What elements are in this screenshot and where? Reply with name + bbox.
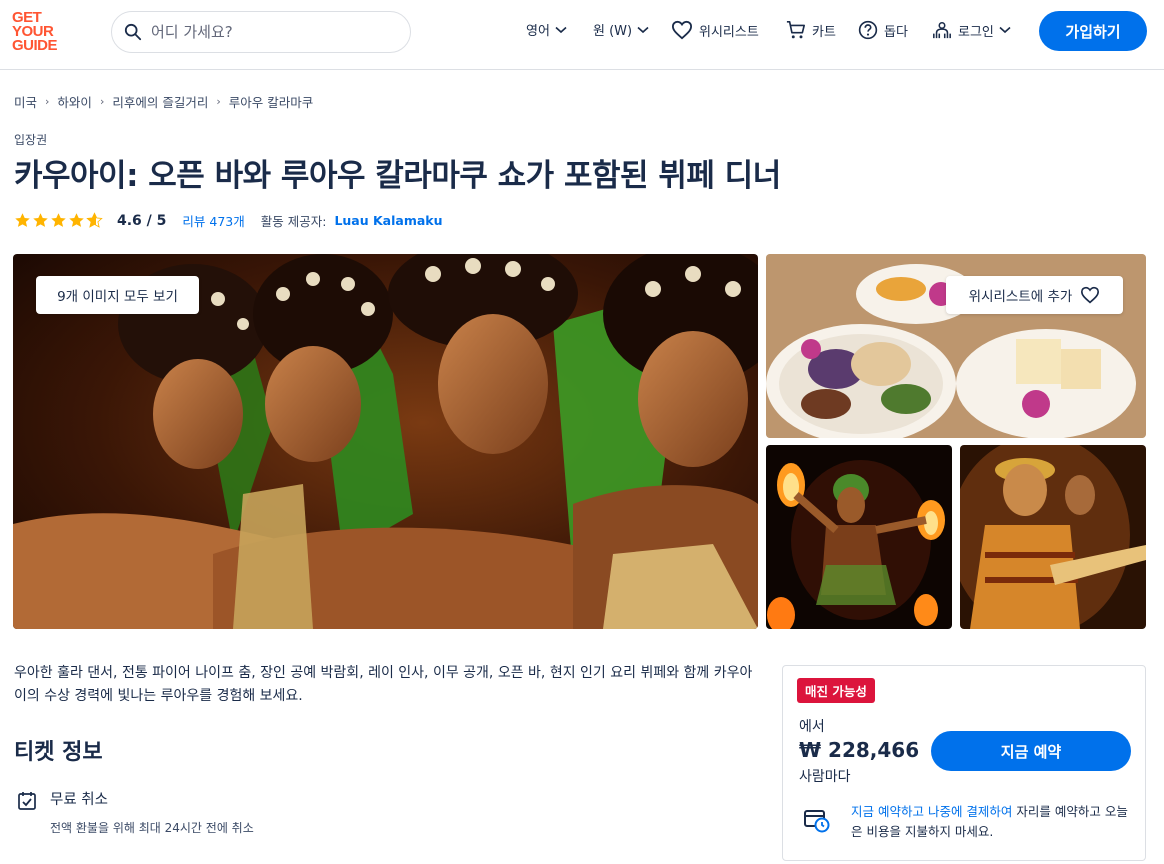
star-full-icon	[51, 213, 66, 227]
login-label: 로그인	[958, 24, 994, 40]
star-full-icon	[69, 213, 84, 227]
breadcrumb-item-hawaii[interactable]: 하와이	[57, 92, 92, 111]
getyourguide-logo[interactable]: GET YOUR GUIDE	[12, 10, 72, 54]
search-input[interactable]	[151, 23, 381, 41]
likely-sell-out-badge: 매진 가능성	[797, 678, 875, 703]
photo-fire-dancers[interactable]	[766, 445, 952, 629]
chevron-down-icon	[999, 26, 1011, 34]
provider-label: 활동 제공자:	[260, 214, 327, 229]
book-now-button[interactable]: 지금 예약	[931, 731, 1131, 771]
breadcrumb-separator-icon: ›	[99, 95, 105, 108]
price-value: ₩ 228,466	[799, 738, 920, 762]
free-cancellation-feature: 무료 취소 전액 환불을 위해 최대 24시간 전에 취소	[16, 788, 254, 836]
reserve-now-text: 지금 예약하고 나중에 결제하여 자리를 예약하고 오늘은 비용을 지불하지 마…	[851, 802, 1131, 842]
add-to-wishlist-label: 위시리스트에 추가	[968, 289, 1073, 305]
currency-label: 원 (W)	[593, 24, 633, 39]
reserve-now-link[interactable]: 지금 예약하고 나중에 결제하여	[851, 804, 1012, 819]
currency-selector[interactable]: 원 (W)	[593, 20, 649, 39]
view-all-images-button[interactable]: 9개 이미지 모두 보기	[36, 276, 199, 314]
reviews-link[interactable]: 리뷰 473개	[182, 211, 244, 230]
star-half-icon	[86, 212, 103, 228]
heart-icon	[1081, 286, 1100, 304]
calendar-check-icon	[18, 792, 36, 810]
activity-category: 입장권	[14, 133, 48, 147]
free-cancellation-detail: 전액 환불을 위해 최대 24시간 전에 취소	[50, 821, 254, 835]
breadcrumb: 미국 › 하와이 › 리후에의 즐길거리 › 루아우 칼라마쿠	[14, 92, 313, 111]
cart-icon	[786, 21, 805, 39]
chevron-down-icon	[555, 26, 567, 33]
logo-line-3: GUIDE	[12, 37, 58, 54]
language-selector[interactable]: 영어	[526, 20, 567, 39]
provider-link[interactable]: Luau Kalamaku	[334, 213, 442, 228]
reserve-now-pay-later: 지금 예약하고 나중에 결제하여 자리를 예약하고 오늘은 비용을 지불하지 마…	[803, 802, 1131, 842]
help-icon	[858, 20, 878, 40]
user-group-icon	[933, 21, 951, 39]
breadcrumb-item-lihue[interactable]: 리후에의 즐길거리	[112, 92, 208, 111]
search-bar[interactable]	[111, 11, 411, 53]
top-header: GET YOUR GUIDE 영어 원 (W) 위시리스트 카트 돕다 로그인 …	[0, 0, 1164, 70]
breadcrumb-separator-icon: ›	[45, 95, 50, 108]
breadcrumb-separator-icon: ›	[216, 95, 221, 108]
price-from-label: 에서	[799, 719, 825, 735]
activity-description: 우아한 훌라 댄서, 전통 파이어 나이프 춤, 장인 공예 박람회, 레이 인…	[14, 665, 753, 704]
cart-link[interactable]: 카트	[786, 20, 836, 40]
heart-icon	[671, 20, 693, 40]
language-label: 영어	[526, 24, 550, 39]
price-per-person-label: 사람마다	[799, 769, 851, 785]
rating-row: 4.6 / 5 리뷰 473개 활동 제공자: Luau Kalamaku	[14, 211, 443, 230]
ticket-info-heading: 티켓 정보	[14, 740, 103, 765]
breadcrumb-item-current[interactable]: 루아우 칼라마쿠	[229, 92, 313, 111]
calendar-clock-icon	[804, 810, 830, 833]
star-full-icon	[33, 213, 48, 227]
help-label: 돕다	[884, 24, 908, 40]
login-menu[interactable]: 로그인	[932, 20, 1011, 40]
photo-ukulele-dancer[interactable]	[960, 445, 1146, 629]
page-title: 카우아이: 오픈 바와 루아우 칼라마쿠 쇼가 포함된 뷔페 디너	[14, 158, 781, 194]
signup-button[interactable]: 가입하기	[1039, 11, 1147, 51]
booking-card: 매진 가능성 에서 ₩ 228,466 사람마다 지금 예약 지금 예약하고 나…	[782, 665, 1146, 861]
free-cancellation-title: 무료 취소	[50, 792, 108, 808]
wishlist-link[interactable]: 위시리스트	[671, 20, 759, 40]
help-link[interactable]: 돕다	[858, 20, 908, 40]
star-full-icon	[15, 213, 30, 227]
breadcrumb-item-usa[interactable]: 미국	[14, 92, 37, 111]
cart-label: 카트	[812, 24, 836, 40]
star-rating	[14, 212, 103, 229]
chevron-down-icon	[637, 26, 649, 33]
wishlist-label: 위시리스트	[699, 24, 759, 40]
rating-value: 4.6 / 5	[117, 212, 167, 229]
add-to-wishlist-button[interactable]: 위시리스트에 추가	[946, 276, 1123, 314]
search-icon	[124, 23, 142, 41]
